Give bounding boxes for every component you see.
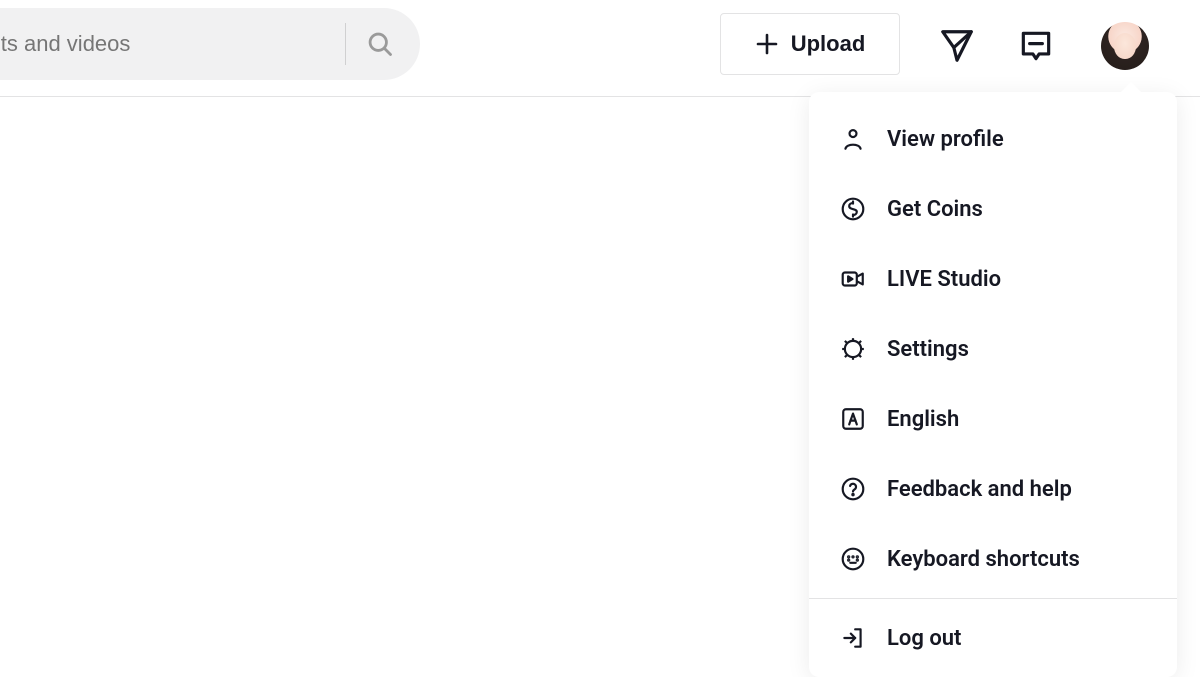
video-icon	[839, 265, 867, 293]
menu-settings[interactable]: Settings	[809, 314, 1177, 384]
user-icon	[839, 125, 867, 153]
logout-icon	[839, 624, 867, 652]
menu-view-profile[interactable]: View profile	[809, 104, 1177, 174]
menu-item-label: Settings	[887, 337, 969, 362]
menu-language[interactable]: English	[809, 384, 1177, 454]
search-input[interactable]	[0, 31, 337, 57]
menu-divider	[809, 598, 1177, 599]
inbox-icon	[1017, 27, 1055, 65]
language-icon	[839, 405, 867, 433]
messages-button[interactable]	[937, 26, 977, 66]
menu-item-label: Log out	[887, 626, 961, 651]
help-icon	[839, 475, 867, 503]
profile-avatar[interactable]	[1101, 22, 1149, 70]
upload-label: Upload	[791, 31, 866, 57]
menu-item-label: Get Coins	[887, 197, 983, 222]
search-container	[0, 8, 420, 80]
keyboard-icon	[839, 545, 867, 573]
search-icon	[366, 30, 394, 58]
menu-feedback[interactable]: Feedback and help	[809, 454, 1177, 524]
send-icon	[938, 27, 976, 65]
search-button[interactable]	[366, 30, 394, 58]
upload-button[interactable]: Upload	[720, 13, 900, 75]
inbox-button[interactable]	[1016, 26, 1056, 66]
profile-menu: View profile Get Coins LIVE Studio	[809, 92, 1177, 677]
menu-item-label: Keyboard shortcuts	[887, 547, 1080, 572]
coin-icon	[839, 195, 867, 223]
plus-icon	[755, 32, 779, 56]
menu-item-label: Feedback and help	[887, 477, 1072, 502]
menu-item-label: View profile	[887, 127, 1004, 152]
top-bar: Upload	[0, 0, 1200, 97]
search-divider	[345, 23, 346, 65]
gear-icon	[839, 335, 867, 363]
menu-shortcuts[interactable]: Keyboard shortcuts	[809, 524, 1177, 594]
menu-get-coins[interactable]: Get Coins	[809, 174, 1177, 244]
menu-item-label: LIVE Studio	[887, 267, 1001, 292]
menu-live-studio[interactable]: LIVE Studio	[809, 244, 1177, 314]
menu-logout[interactable]: Log out	[809, 603, 1177, 673]
menu-item-label: English	[887, 407, 959, 432]
